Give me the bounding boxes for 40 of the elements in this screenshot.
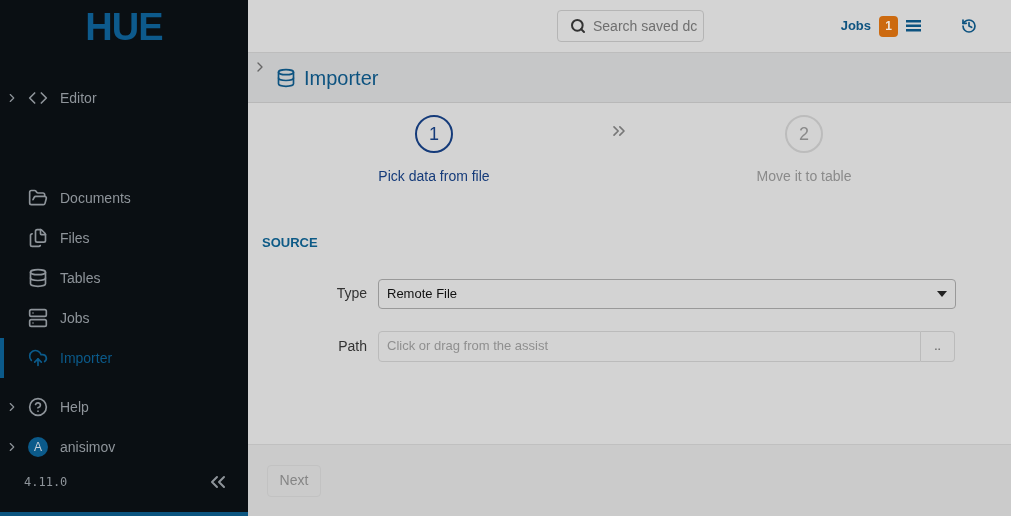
search-field[interactable]: Search saved dc [557,10,704,42]
sidebar-item[interactable]: Editor [0,78,248,118]
files-icon [28,228,48,248]
database-icon [276,67,296,88]
sidebar-label: Files [60,228,90,248]
field-label: Type [335,284,368,303]
cloud-upload-icon [28,348,48,368]
sidebar-item[interactable]: Tables [0,258,248,298]
dropdown-caret-icon [937,290,947,297]
jobs-link[interactable]: Jobs [840,16,871,36]
jobs-count-badge: 1 [879,15,898,37]
step-label: Move it to table [756,167,852,186]
sidebar-label: Importer [60,348,113,368]
sidebar-label: Documents [60,188,131,208]
sidebar-label: Jobs [60,308,90,328]
server-icon [28,308,48,328]
field-label: Path [337,336,368,356]
help-icon [28,397,48,417]
sidebar-label: Tables [60,268,101,288]
type-select[interactable]: Remote File [378,278,956,309]
sidebar-item[interactable]: Documents [0,178,248,218]
sidebar-label: Editor [60,88,97,108]
sidebar-item[interactable]: Files [0,218,248,258]
sidebar-label: Help [60,397,89,417]
sidebar-item[interactable]: Help [0,387,248,427]
sidebar-item[interactable]: Jobs [0,298,248,338]
step-label: Pick data from file [378,167,490,186]
page-title: Importer [304,65,379,91]
version-text: 4.11.0 [24,474,68,491]
list-icon[interactable] [906,20,921,32]
sidebar-item[interactable]: A anisimov [0,427,248,467]
section-heading: SOURCE [262,234,319,252]
sidebar-label: anisimov [60,437,116,457]
user-avatar: A [28,437,48,457]
folder-icon [28,188,48,208]
database-icon [28,268,48,288]
history-icon[interactable] [961,18,977,34]
search-icon [570,18,586,34]
path-input-field[interactable]: Click or drag from the assist [378,330,921,362]
browse-button[interactable]: .. [921,330,955,362]
